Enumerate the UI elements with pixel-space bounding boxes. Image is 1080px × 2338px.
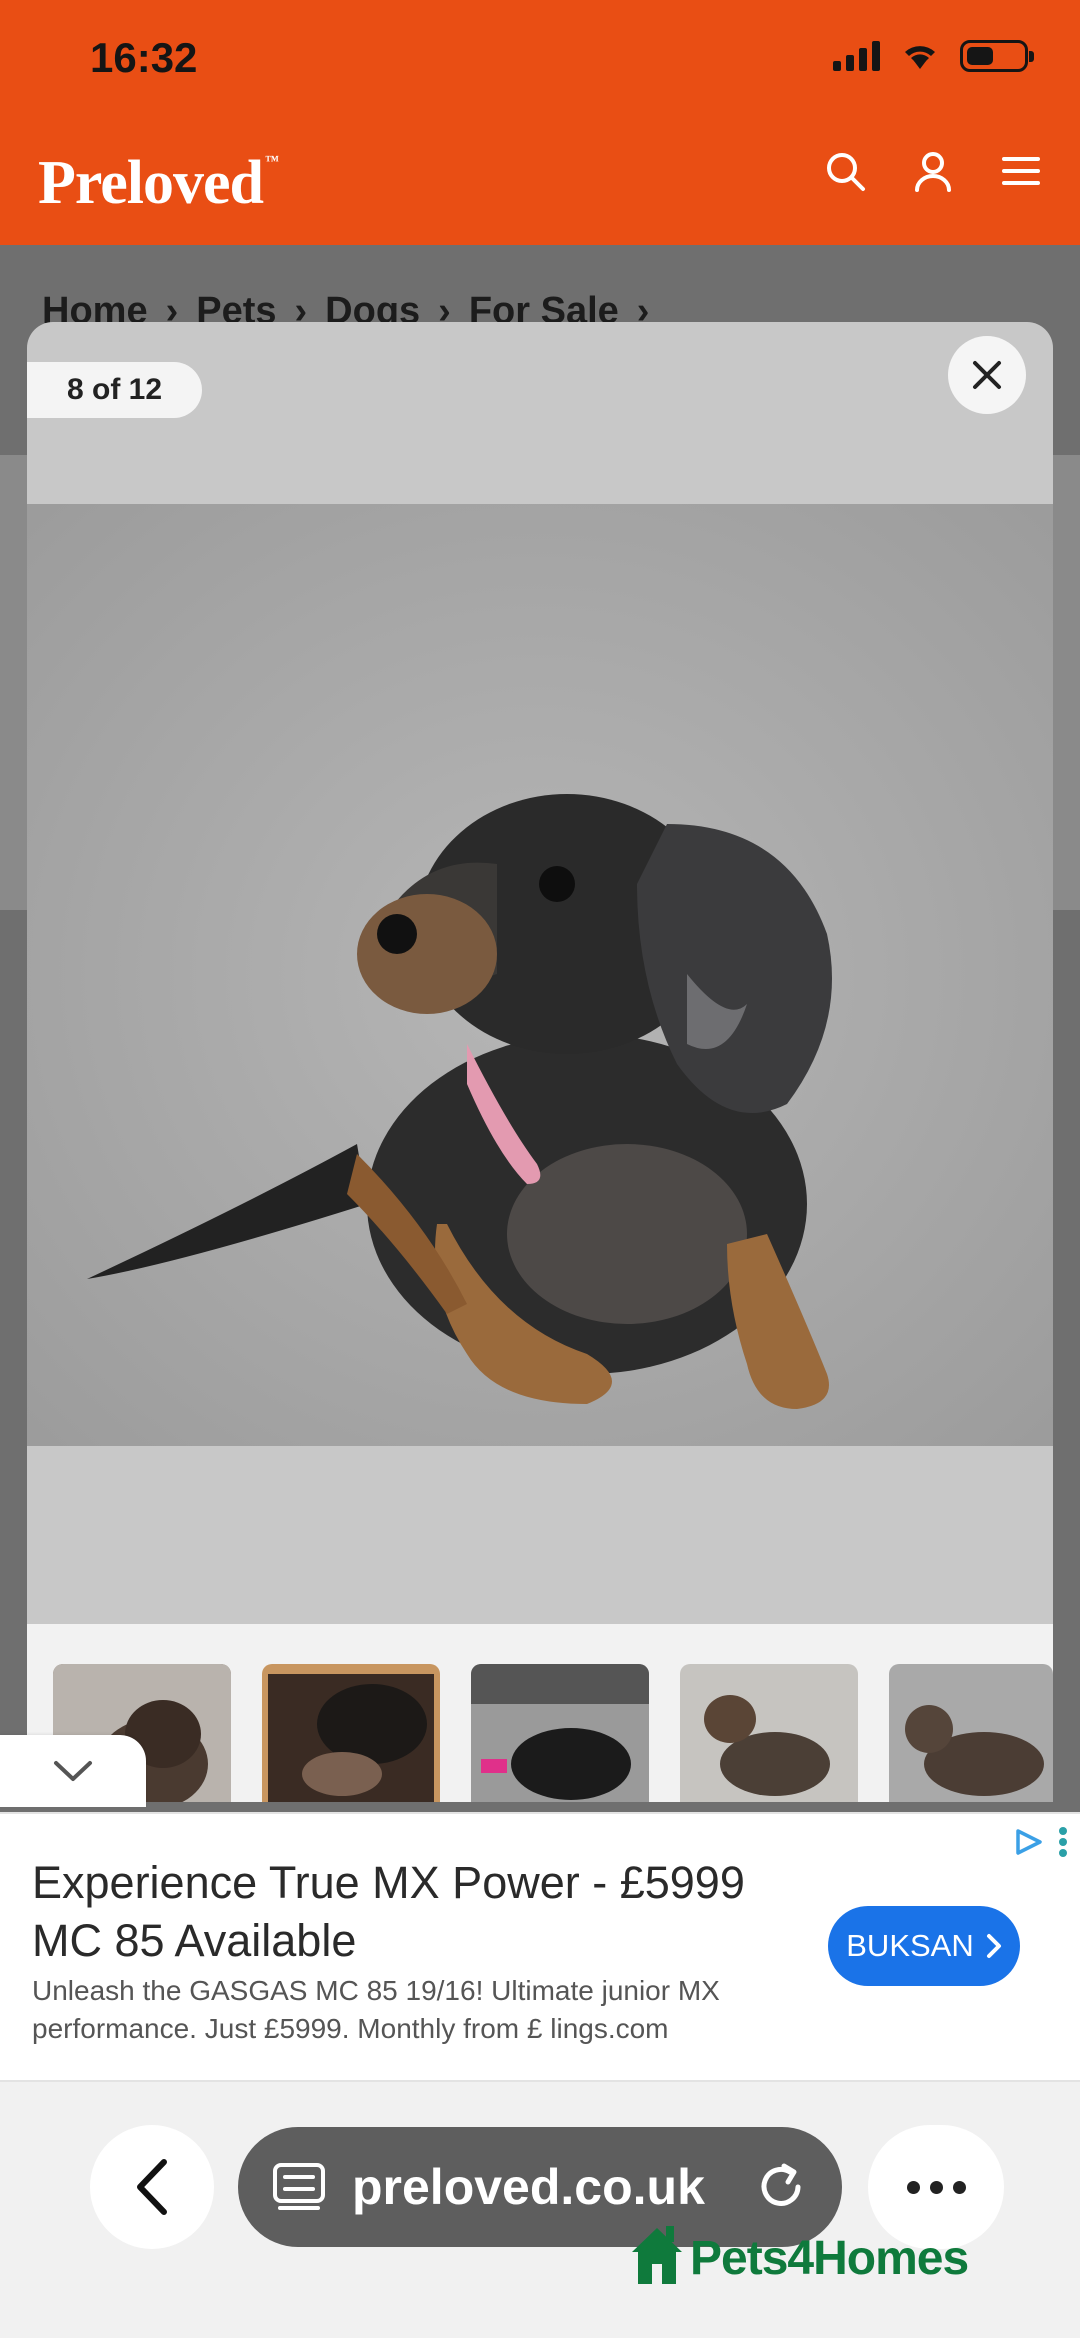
more-dots-icon xyxy=(906,2180,920,2194)
chevron-left-icon xyxy=(137,2159,167,2215)
ad-banner[interactable]: Experience True MX Power - £5999 MC 85 A… xyxy=(0,1812,1080,2082)
adchoices-icon xyxy=(1016,1829,1042,1855)
photo-gallery-modal: 8 of 12 xyxy=(27,322,1053,1802)
back-button[interactable] xyxy=(90,2125,214,2249)
ad-cta-label: BUKSAN xyxy=(846,1928,974,1963)
thumbnail[interactable] xyxy=(262,1664,440,1802)
close-button[interactable] xyxy=(948,336,1026,414)
thumbnail[interactable] xyxy=(889,1664,1053,1802)
close-icon xyxy=(973,361,1001,389)
url-text[interactable]: preloved.co.uk xyxy=(352,2158,728,2216)
reload-icon[interactable] xyxy=(754,2160,808,2214)
ad-description: Unleash the GASGAS MC 85 19/16! Ultimate… xyxy=(32,1975,720,2044)
ad-title[interactable]: Experience True MX Power - £5999 MC 85 A… xyxy=(32,1854,752,1970)
house-logo-icon xyxy=(632,2226,682,2284)
photo-counter: 8 of 12 xyxy=(27,362,203,418)
chevron-right-icon xyxy=(986,1934,1001,1958)
browser-toolbar: preloved.co.uk xyxy=(0,2082,1080,2338)
thumbnail[interactable] xyxy=(471,1664,649,1802)
thumbnail-strip xyxy=(27,1624,1053,1802)
page-info-icon[interactable] xyxy=(272,2162,326,2212)
main-photo[interactable] xyxy=(27,504,1053,1446)
user-icon[interactable] xyxy=(910,148,956,194)
search-icon[interactable] xyxy=(822,148,868,194)
pets4homes-logo: Pets4Homes xyxy=(628,2222,969,2286)
ad-collapse-button[interactable] xyxy=(0,1735,146,1807)
battery-icon xyxy=(960,40,1034,72)
status-time: 16:32 xyxy=(90,34,198,81)
ad-cta-button[interactable]: BUKSAN xyxy=(828,1906,1020,1986)
wifi-icon xyxy=(905,46,935,69)
ad-choices[interactable] xyxy=(1014,1826,1068,1858)
chevron-down-icon xyxy=(54,1761,92,1781)
status-icons xyxy=(833,40,1034,72)
more-vertical-icon xyxy=(1059,1827,1067,1857)
menu-icon[interactable] xyxy=(998,148,1044,194)
preloved-logo[interactable]: Preloved ™ xyxy=(38,148,279,219)
signal-icon xyxy=(833,41,880,71)
thumbnail[interactable] xyxy=(680,1664,858,1802)
app-header: 16:32 Preloved ™ xyxy=(0,0,1080,245)
